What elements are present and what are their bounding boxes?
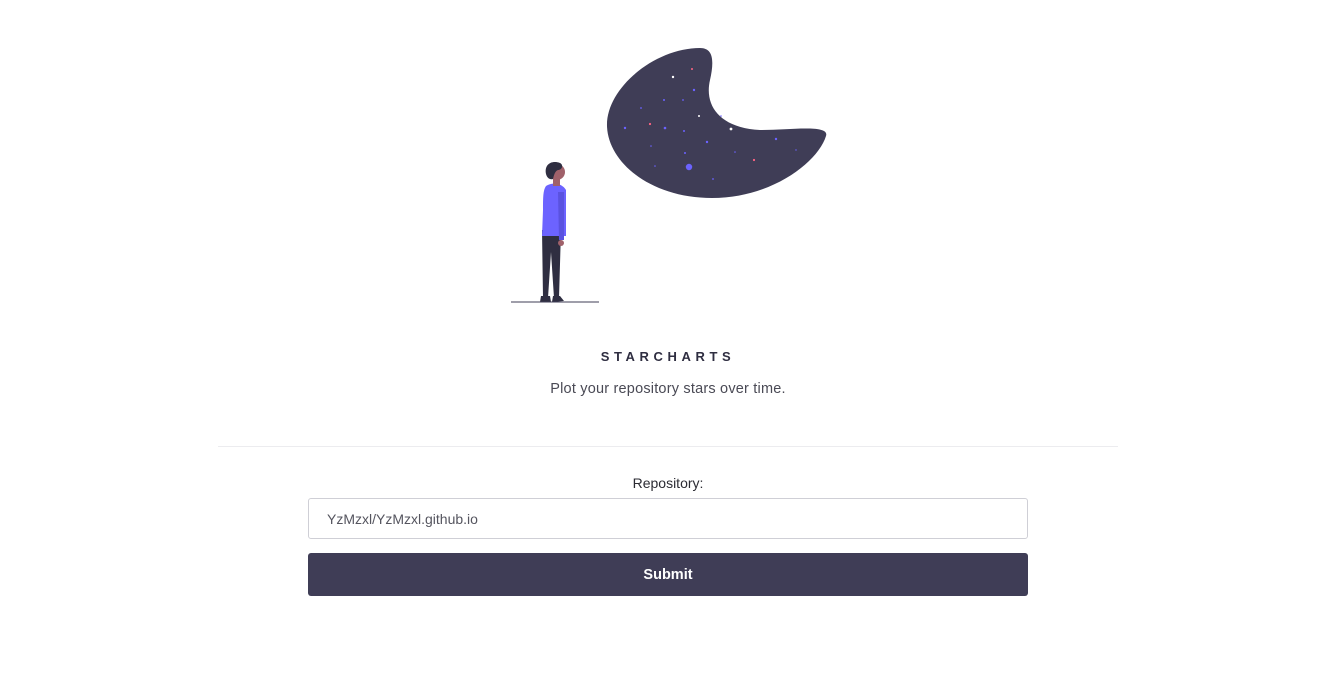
submit-button[interactable]: Submit — [308, 553, 1028, 596]
starcharts-page: STARCHARTS Plot your repository stars ov… — [0, 0, 1336, 686]
repository-label: Repository: — [632, 475, 704, 491]
repository-input[interactable] — [308, 498, 1028, 539]
divider — [218, 446, 1118, 447]
stargazing-illustration — [511, 48, 827, 303]
person-figure — [540, 162, 566, 302]
sky-blob — [606, 48, 827, 198]
app-subtitle: Plot your repository stars over time. — [550, 381, 786, 397]
repository-form: Repository: Submit — [308, 474, 1028, 596]
app-title: STARCHARTS — [600, 349, 736, 364]
